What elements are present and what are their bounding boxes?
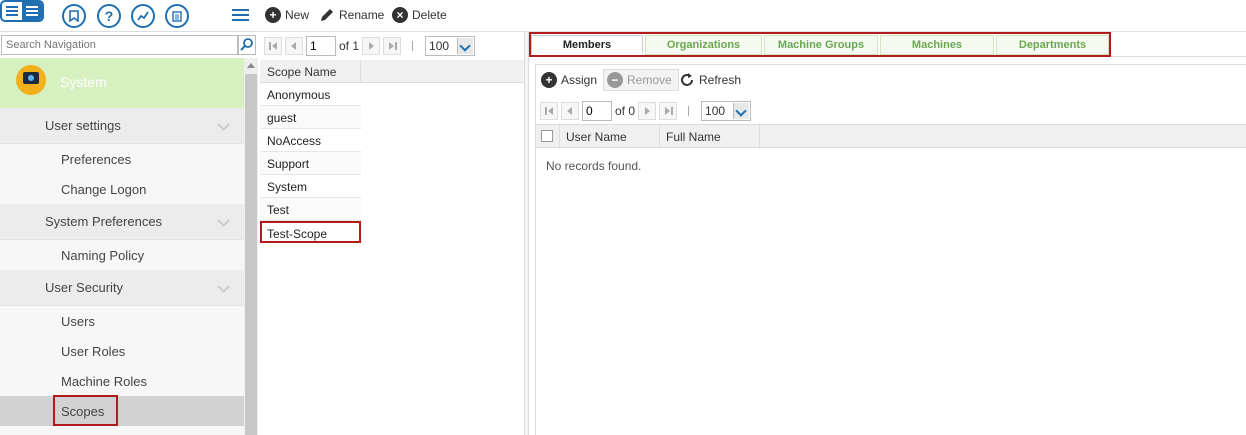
divider xyxy=(412,41,414,51)
last-page-icon[interactable] xyxy=(383,37,402,55)
select-all-cell xyxy=(536,125,560,147)
column-header-full-name[interactable]: Full Name xyxy=(660,125,760,147)
nav-group-user-settings[interactable]: User settings xyxy=(0,108,244,144)
navigation-scrollbar[interactable] xyxy=(244,58,258,435)
prev-page-icon[interactable] xyxy=(561,102,579,120)
chevron-down-icon[interactable] xyxy=(457,38,474,54)
page-size-value: 100 xyxy=(429,39,450,53)
rename-button[interactable]: Rename xyxy=(319,7,384,23)
scrollbar-thumb[interactable] xyxy=(245,74,257,435)
remove-button-label: Remove xyxy=(627,73,672,87)
navigation-icon-bar: ? xyxy=(0,0,258,32)
chevron-down-icon xyxy=(217,118,230,131)
help-icon[interactable]: ? xyxy=(97,4,121,28)
assign-button[interactable]: + Assign xyxy=(541,72,597,88)
next-page-icon[interactable] xyxy=(638,102,657,120)
search-input[interactable] xyxy=(1,35,238,55)
members-pager: of 0 100 xyxy=(540,100,752,122)
nav-item-label: Change Logon xyxy=(61,182,147,197)
page-size-select[interactable]: 100 xyxy=(425,36,476,56)
chevron-down-icon[interactable] xyxy=(733,103,750,119)
refresh-button-label: Refresh xyxy=(699,73,742,87)
divider xyxy=(688,106,690,116)
tabs-highlight xyxy=(529,32,1111,57)
table-row[interactable]: Test xyxy=(260,198,361,221)
nav-group-system-preferences[interactable]: System Preferences xyxy=(0,204,244,240)
table-row[interactable]: Support xyxy=(260,152,361,175)
nav-group-label: User settings xyxy=(45,118,121,133)
trend-icon[interactable] xyxy=(131,4,155,28)
pencil-icon xyxy=(321,9,333,21)
new-button[interactable]: + New xyxy=(265,7,309,23)
assign-button-label: Assign xyxy=(561,73,598,87)
page-size-value: 100 xyxy=(705,104,726,118)
nav-item-label: Users xyxy=(61,314,95,329)
page-number-input[interactable] xyxy=(582,101,612,121)
column-header-user-name[interactable]: User Name xyxy=(560,125,660,147)
nav-item-preferences[interactable]: Preferences xyxy=(0,144,244,174)
nav-item-label: Preferences xyxy=(61,152,132,167)
nav-item-change-logon[interactable]: Change Logon xyxy=(0,174,244,204)
rename-button-label: Rename xyxy=(339,8,385,22)
module-title: System xyxy=(60,74,107,90)
grid-header: Scope Name xyxy=(260,60,525,83)
system-module-icon xyxy=(16,65,46,95)
table-row[interactable]: guest xyxy=(260,106,361,129)
table-row[interactable]: NoAccess xyxy=(260,129,361,152)
nav-group-user-security[interactable]: User Security xyxy=(0,270,244,306)
nav-item-label: User Roles xyxy=(61,344,126,359)
page-number-input[interactable] xyxy=(306,36,336,56)
next-page-icon[interactable] xyxy=(362,37,381,55)
members-grid-header: User Name Full Name xyxy=(536,124,1246,148)
table-row[interactable]: System xyxy=(260,175,361,198)
scopes-grid: Scope Name Anonymous guest NoAccess Supp… xyxy=(260,60,525,435)
scopes-pager: of 1 100 xyxy=(264,35,476,57)
table-row[interactable]: Anonymous xyxy=(260,83,361,106)
panel-splitter[interactable] xyxy=(524,32,529,435)
nav-item-label: Naming Policy xyxy=(61,248,145,263)
table-row-selected[interactable]: Test-Scope xyxy=(260,221,361,243)
search-icon[interactable] xyxy=(238,35,256,55)
page-count: of 1 xyxy=(339,39,360,53)
navigation-panel: System User settings Preferences Change … xyxy=(0,58,244,435)
minus-icon: − xyxy=(607,72,623,88)
bookmark-icon[interactable] xyxy=(62,4,86,28)
list-view-icon[interactable] xyxy=(0,0,44,22)
first-page-icon[interactable] xyxy=(264,37,282,55)
refresh-button[interactable]: Refresh xyxy=(679,72,741,88)
last-page-icon[interactable] xyxy=(659,102,678,120)
column-header-scope-name[interactable]: Scope Name xyxy=(260,60,361,82)
remove-button[interactable]: − Remove xyxy=(603,69,679,91)
selection-highlight xyxy=(53,395,118,426)
nav-item-scopes[interactable]: Scopes xyxy=(0,395,244,426)
chevron-down-icon xyxy=(217,280,230,293)
page-size-select[interactable]: 100 xyxy=(701,101,752,121)
nav-item-naming-policy[interactable]: Naming Policy xyxy=(0,240,244,270)
menu-icon[interactable] xyxy=(232,9,249,21)
refresh-icon xyxy=(681,73,693,86)
nav-item-label: Machine Roles xyxy=(61,374,147,389)
nav-item-user-roles[interactable]: User Roles xyxy=(0,336,244,366)
module-header[interactable]: System xyxy=(0,58,244,108)
prev-page-icon[interactable] xyxy=(285,37,303,55)
plus-icon: + xyxy=(265,7,281,23)
close-icon: × xyxy=(392,7,408,23)
delete-button-label: Delete xyxy=(412,8,447,22)
nav-group-label: System Preferences xyxy=(45,214,163,229)
document-icon[interactable] xyxy=(165,4,189,28)
select-all-checkbox[interactable] xyxy=(541,130,553,142)
delete-button[interactable]: × Delete xyxy=(392,7,447,23)
main-toolbar: + New Rename × Delete xyxy=(258,0,1246,32)
page-count: of 0 xyxy=(615,104,636,118)
scroll-up-icon[interactable] xyxy=(247,63,255,68)
first-page-icon[interactable] xyxy=(540,102,558,120)
nav-group-label: User Security xyxy=(45,280,124,295)
empty-message: No records found. xyxy=(546,159,642,173)
chevron-down-icon xyxy=(217,214,230,227)
nav-item-machine-roles[interactable]: Machine Roles xyxy=(0,366,244,396)
nav-item-partial xyxy=(0,426,244,435)
plus-icon: + xyxy=(541,72,557,88)
new-button-label: New xyxy=(285,8,310,22)
nav-item-users[interactable]: Users xyxy=(0,306,244,336)
